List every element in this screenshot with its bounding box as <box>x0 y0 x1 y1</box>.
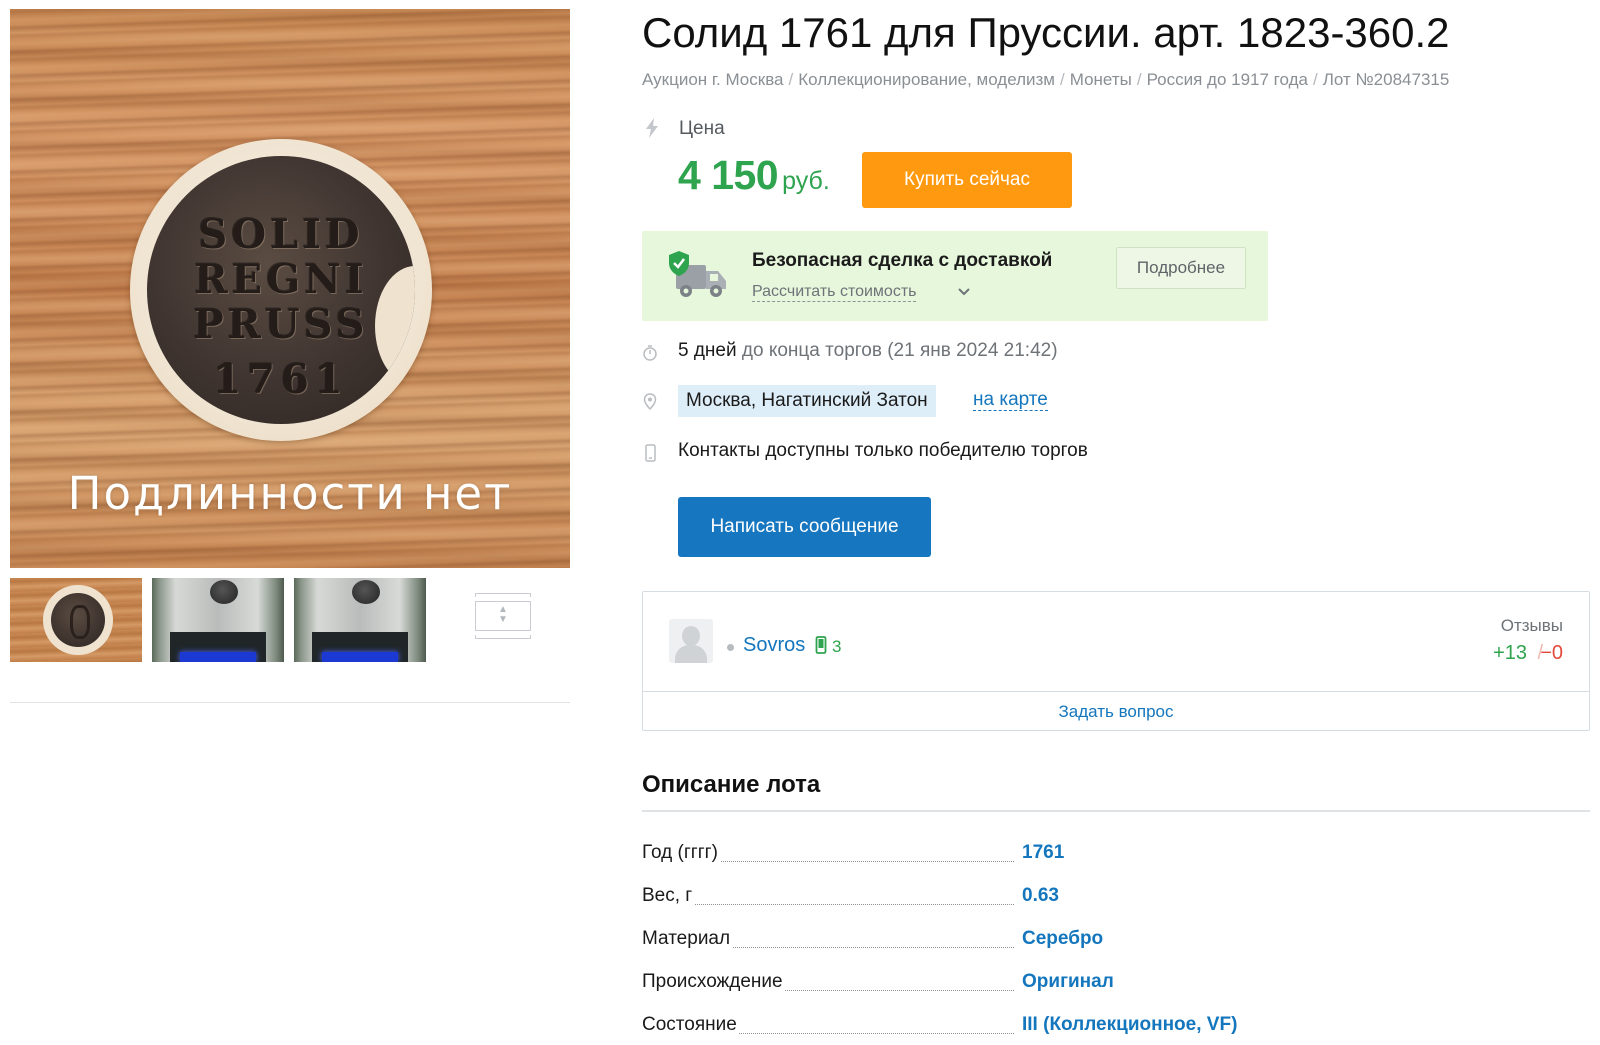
coin-holder: SOLID REGNI PRUSS 1761 <box>130 139 432 441</box>
thumbnail-coin <box>51 593 105 647</box>
buy-now-button[interactable]: Купить сейчас <box>862 152 1072 208</box>
reviews-negative[interactable]: −0 <box>1540 642 1563 665</box>
more-info-button[interactable]: Подробнее <box>1116 247 1246 289</box>
main-photo[interactable]: SOLID REGNI PRUSS 1761 Подлинности нет <box>10 9 570 568</box>
breadcrumb-item[interactable]: Монеты <box>1070 70 1132 89</box>
dot-leader <box>642 904 1014 905</box>
time-left-suffix: до конца торгов <box>741 340 882 361</box>
safe-deal-title: Безопасная сделка с доставкой <box>752 250 1053 271</box>
divider <box>10 702 570 703</box>
online-status-dot <box>727 644 734 651</box>
map-pin-icon <box>643 393 657 411</box>
coin-image: SOLID REGNI PRUSS 1761 <box>147 156 415 424</box>
contacts-note: Контакты доступны только победителю торг… <box>678 440 1088 461</box>
breadcrumb-separator: / <box>1060 70 1065 89</box>
safe-deal-banner: Безопасная сделка с доставкой Рассчитать… <box>642 231 1268 321</box>
spec-key: Состояние <box>642 1014 739 1036</box>
thumbnail-coin <box>352 580 380 604</box>
reviews-label: Отзывы <box>1500 616 1563 635</box>
thumbnail-coin-holder <box>43 585 113 655</box>
breadcrumb-separator: / <box>1136 70 1142 89</box>
price-currency: руб. <box>782 167 830 195</box>
seller-card: Sovros 3 Отзывы +13 / −0 Задать вопрос <box>642 591 1590 731</box>
spec-row: Вес, г 0.63 <box>642 885 1590 913</box>
breadcrumb-lot-number: Лот №20847315 <box>1322 70 1450 89</box>
avatar[interactable] <box>669 619 713 663</box>
avatar-body <box>675 645 707 663</box>
page-title: Солид 1761 для Пруссии. арт. 1823-360.2 <box>642 9 1450 56</box>
breadcrumb-item[interactable]: Аукцион г. Москва <box>642 70 784 89</box>
chevron-down-icon[interactable] <box>958 287 970 297</box>
location-chip: Москва, Нагатинский Затон <box>678 385 936 417</box>
spec-key: Вес, г <box>642 885 695 907</box>
spec-value[interactable]: Оригинал <box>1022 971 1114 993</box>
coin-inscription-line: SOLID <box>198 211 364 258</box>
breadcrumb: Аукцион г. Москва / Коллекционирование, мо… <box>642 70 1449 90</box>
breadcrumb-separator: / <box>1312 70 1318 89</box>
auction-end-date: (21 янв 2024 21:42) <box>887 340 1058 361</box>
scroll-icon-edge <box>475 635 531 639</box>
ask-question-link[interactable]: Задать вопрос <box>643 702 1589 722</box>
phone-icon <box>645 444 656 462</box>
reviews-positive[interactable]: +13 <box>1493 642 1527 665</box>
price-value: 4 150 руб. <box>678 152 830 199</box>
scale-display <box>322 652 398 662</box>
spec-value[interactable]: 1761 <box>1022 842 1064 864</box>
avatar-head <box>682 626 700 646</box>
coin-inscription-line: REGNI <box>194 256 368 303</box>
thumbnail-coin <box>210 580 238 604</box>
spec-row: Состояние III (Коллекционное, VF) <box>642 1014 1590 1042</box>
time-left: 5 дней <box>678 340 737 361</box>
thumbnail-3[interactable] <box>294 578 426 662</box>
show-on-map-link[interactable]: на карте <box>973 390 1048 411</box>
calc-delivery-link[interactable]: Рассчитать стоимость <box>752 283 917 302</box>
spec-row: Происхождение Оригинал <box>642 971 1590 999</box>
breadcrumb-item[interactable]: Россия до 1917 года <box>1147 70 1308 89</box>
spec-row: Материал Серебро <box>642 928 1590 956</box>
spec-value[interactable]: III (Коллекционное, VF) <box>1022 1014 1237 1036</box>
spec-row: Год (гггг) 1761 <box>642 842 1590 870</box>
price-label: Цена <box>679 118 725 139</box>
spec-key: Происхождение <box>642 971 785 993</box>
spec-key: Материал <box>642 928 733 950</box>
spec-value[interactable]: 0.63 <box>1022 885 1059 907</box>
scale-display <box>180 652 256 662</box>
seller-name-link[interactable]: Sovros <box>743 634 805 657</box>
delivery-truck-icon <box>669 251 726 297</box>
verified-count: 3 <box>832 637 842 656</box>
lightning-icon <box>646 118 658 138</box>
thumbnail-1[interactable] <box>10 578 142 662</box>
updown-arrows-icon: ▲ ▼ <box>498 604 508 625</box>
spec-value[interactable]: Серебро <box>1022 928 1103 950</box>
verified-phone-icon <box>815 636 827 654</box>
thumbnail-2[interactable] <box>152 578 284 662</box>
breadcrumb-item[interactable]: Коллекционирование, моделизм <box>798 70 1055 89</box>
price-amount: 4 150 <box>678 152 779 198</box>
scroll-icon-edge <box>475 593 531 597</box>
send-message-button[interactable]: Написать сообщение <box>678 497 931 557</box>
divider <box>642 810 1590 812</box>
thumbnail-scroll-icon[interactable]: ▲ ▼ <box>475 593 533 645</box>
timer-icon <box>643 345 657 361</box>
description-title: Описание лота <box>642 771 821 798</box>
spec-key: Год (гггг) <box>642 842 720 864</box>
divider <box>643 691 1589 692</box>
photo-watermark: Подлинности нет <box>67 467 513 520</box>
coin-inscription-line: 1761 <box>213 356 349 403</box>
seller-info: Sovros 3 Отзывы +13 / −0 <box>643 592 1589 691</box>
breadcrumb-separator: / <box>788 70 794 89</box>
